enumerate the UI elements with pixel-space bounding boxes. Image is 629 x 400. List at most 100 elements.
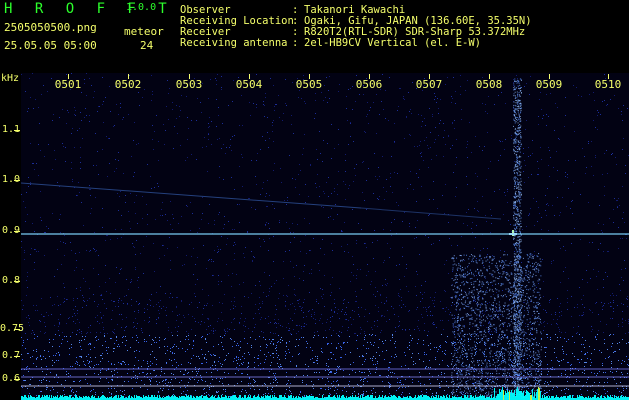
noise-speck xyxy=(546,347,547,348)
noise-burst xyxy=(454,322,456,324)
noise-speck xyxy=(385,284,386,285)
noise-speck xyxy=(364,333,365,334)
noise-speck xyxy=(435,96,436,97)
noise-speck xyxy=(405,387,406,388)
noise-burst xyxy=(518,289,520,291)
noise-speck xyxy=(383,229,384,230)
noise-speck xyxy=(405,329,406,330)
noise-speck xyxy=(613,222,614,223)
noise-speck xyxy=(22,345,23,346)
noise-speck xyxy=(40,191,41,192)
noise-speck xyxy=(279,222,280,223)
noise-speck xyxy=(409,111,410,112)
noise-speck xyxy=(428,237,429,238)
noise-speck xyxy=(576,333,577,334)
noise-speck xyxy=(290,304,291,305)
noise-speck xyxy=(208,98,209,99)
noise-burst xyxy=(492,276,494,278)
noise-burst xyxy=(535,266,537,268)
noise-burst xyxy=(478,315,480,317)
noise-speck xyxy=(82,295,83,296)
noise-speck xyxy=(158,302,159,303)
noise-speck xyxy=(587,358,588,359)
noise-burst xyxy=(477,335,479,337)
noise-speck xyxy=(434,347,435,348)
noise-speck xyxy=(75,253,76,254)
noise-speck xyxy=(273,333,274,334)
noise-speck xyxy=(489,361,490,362)
noise-speck xyxy=(460,342,461,343)
noise-speck xyxy=(345,354,346,355)
noise-speck xyxy=(199,228,200,229)
noise-speck xyxy=(312,358,313,359)
noise-speck xyxy=(543,330,544,331)
noise-speck xyxy=(138,312,139,313)
noise-burst xyxy=(492,274,494,276)
noise-speck xyxy=(548,371,549,372)
waterfall-canvas xyxy=(21,73,629,400)
noise-burst xyxy=(526,293,528,295)
noise-burst xyxy=(457,386,459,388)
noise-speck xyxy=(170,269,171,270)
noise-speck xyxy=(614,351,615,352)
noise-burst xyxy=(479,382,481,384)
noise-speck xyxy=(613,295,614,296)
noise-speck xyxy=(85,379,86,380)
noise-speck xyxy=(440,345,441,346)
noise-speck xyxy=(247,343,248,344)
noise-speck xyxy=(430,367,431,368)
noise-speck xyxy=(509,343,510,344)
noise-burst xyxy=(484,343,486,345)
noise-burst xyxy=(483,354,485,356)
noise-speck xyxy=(526,120,527,121)
noise-speck xyxy=(205,339,206,340)
noise-speck xyxy=(97,151,98,152)
noise-speck xyxy=(156,323,157,324)
noise-speck xyxy=(101,294,102,295)
noise-speck xyxy=(134,202,135,203)
noise-speck xyxy=(490,379,491,380)
noise-speck xyxy=(503,326,504,327)
noise-speck xyxy=(315,113,316,114)
noise-speck xyxy=(360,327,361,328)
noise-speck xyxy=(304,395,305,396)
noise-speck xyxy=(438,135,439,136)
noise-speck xyxy=(437,98,438,99)
noise-speck xyxy=(604,153,605,154)
noise-speck xyxy=(548,395,549,396)
noise-speck xyxy=(310,250,311,251)
noise-speck xyxy=(173,396,174,397)
noise-speck xyxy=(25,333,26,334)
noise-speck xyxy=(593,269,594,270)
noise-speck xyxy=(315,319,316,320)
noise-speck xyxy=(51,314,52,315)
noise-speck xyxy=(106,136,107,137)
noise-speck xyxy=(467,359,468,360)
noise-speck xyxy=(141,366,142,367)
noise-speck xyxy=(268,393,269,394)
noise-speck xyxy=(105,282,106,283)
noise-speck xyxy=(269,138,270,139)
noise-speck xyxy=(251,347,252,348)
noise-speck xyxy=(71,344,72,345)
noise-burst xyxy=(503,322,505,324)
noise-speck xyxy=(309,292,310,293)
noise-speck xyxy=(98,374,99,375)
noise-speck xyxy=(98,364,99,365)
noise-burst xyxy=(490,375,492,377)
noise-speck xyxy=(110,338,111,339)
noise-speck xyxy=(488,96,489,97)
noise-speck xyxy=(267,345,268,346)
noise-burst xyxy=(540,359,542,361)
noise-speck xyxy=(559,331,560,332)
noise-burst xyxy=(523,331,525,333)
noise-speck xyxy=(228,384,229,385)
noise-speck xyxy=(430,349,431,350)
noise-speck xyxy=(320,153,321,154)
noise-speck xyxy=(108,347,109,348)
noise-burst xyxy=(475,393,477,395)
noise-burst xyxy=(491,260,493,262)
noise-speck xyxy=(524,310,525,311)
noise-speck xyxy=(100,312,101,313)
noise-speck xyxy=(517,365,518,366)
